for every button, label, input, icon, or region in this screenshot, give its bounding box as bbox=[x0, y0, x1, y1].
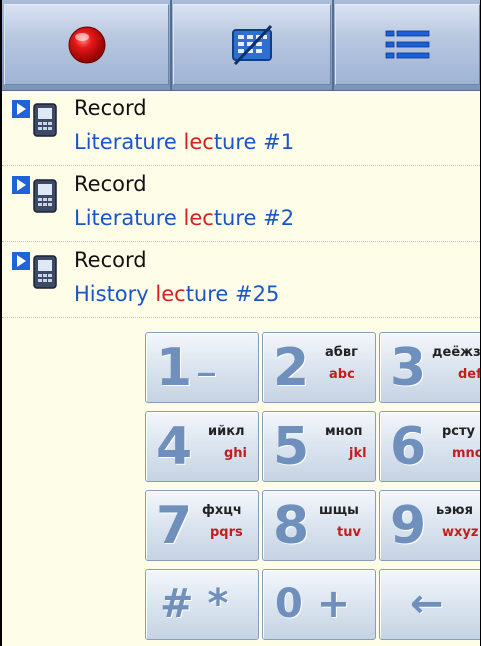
play-phone-icon bbox=[12, 100, 57, 137]
list-item[interactable]: Record Literature lecture #1 bbox=[2, 90, 480, 166]
key-digit: 3 bbox=[390, 338, 427, 398]
record-button[interactable] bbox=[4, 4, 169, 85]
list-icon bbox=[385, 30, 429, 58]
key-latin: abc bbox=[329, 367, 355, 382]
key-cyrillic: рсту bbox=[442, 424, 476, 439]
key-latin: mno bbox=[452, 446, 480, 461]
key-3[interactable]: 3 деёжз def bbox=[379, 332, 480, 403]
dial-keypad: 1 _ 2 абвг abc 3 деёжз def 4 ийкл ghi 5 … bbox=[140, 327, 480, 646]
record-title: Record bbox=[74, 248, 147, 272]
key-7[interactable]: 7 фхцч pqrs bbox=[145, 490, 259, 561]
key-6[interactable]: 6 рсту mno bbox=[379, 411, 480, 482]
key-cyrillic: фхцч bbox=[202, 503, 242, 518]
list-item[interactable]: Record Literature lecture #2 bbox=[2, 166, 480, 242]
list-button[interactable] bbox=[335, 4, 480, 85]
key-1[interactable]: 1 _ bbox=[145, 332, 259, 403]
key-latin: jkl bbox=[349, 446, 367, 461]
key-latin: pqrs bbox=[210, 525, 243, 540]
key-cyrillic: абвг bbox=[325, 345, 358, 360]
key-latin: def bbox=[458, 367, 480, 382]
toolbar bbox=[2, 0, 480, 91]
key-latin: ghi bbox=[224, 446, 248, 461]
key-extra: _ bbox=[198, 337, 215, 377]
key-digit: 1 bbox=[156, 338, 193, 398]
key-latin: tuv bbox=[337, 525, 361, 540]
record-description: History lecture #25 bbox=[74, 282, 280, 306]
key-4[interactable]: 4 ийкл ghi bbox=[145, 411, 259, 482]
key-digit: 7 bbox=[156, 496, 193, 556]
keypad-off-icon bbox=[232, 24, 273, 65]
key-digit: 9 bbox=[390, 496, 427, 556]
key-cyrillic: деёжз bbox=[432, 345, 480, 360]
key-digit: 4 bbox=[156, 417, 193, 477]
play-phone-icon bbox=[12, 252, 57, 289]
list-item[interactable]: Record History lecture #25 bbox=[2, 242, 480, 318]
key-latin: wxyz bbox=[442, 525, 479, 540]
backspace-icon: ← bbox=[410, 581, 444, 627]
keypad-toggle-button[interactable] bbox=[173, 4, 331, 85]
key-symbol: 0 + bbox=[275, 581, 351, 627]
key-symbol: # * bbox=[160, 581, 229, 627]
key-5[interactable]: 5 мноп jkl bbox=[262, 411, 376, 482]
key-cyrillic: шщы bbox=[319, 503, 359, 518]
record-icon bbox=[68, 26, 105, 63]
key-cyrillic: ийкл bbox=[208, 424, 245, 439]
recordings-list: Record Literature lecture #1 Record Lite… bbox=[2, 90, 480, 318]
key-8[interactable]: 8 шщы tuv bbox=[262, 490, 376, 561]
key-digit: 6 bbox=[390, 417, 427, 477]
toolbar-divider bbox=[170, 0, 172, 90]
key-digit: 8 bbox=[273, 496, 310, 556]
key-hash-star[interactable]: # * bbox=[145, 569, 259, 640]
key-0-plus[interactable]: 0 + bbox=[262, 569, 376, 640]
record-title: Record bbox=[74, 172, 147, 196]
record-description: Literature lecture #2 bbox=[74, 206, 295, 230]
key-9[interactable]: 9 ьэюя wxyz bbox=[379, 490, 480, 561]
record-description: Literature lecture #1 bbox=[74, 130, 295, 154]
key-cyrillic: мноп bbox=[325, 424, 363, 439]
key-digit: 5 bbox=[273, 417, 310, 477]
key-2[interactable]: 2 абвг abc bbox=[262, 332, 376, 403]
backspace-key[interactable]: ← bbox=[379, 569, 480, 640]
key-digit: 2 bbox=[273, 338, 310, 398]
record-title: Record bbox=[74, 96, 147, 120]
toolbar-divider bbox=[332, 0, 334, 90]
play-phone-icon bbox=[12, 176, 57, 213]
key-cyrillic: ьэюя bbox=[436, 503, 473, 518]
